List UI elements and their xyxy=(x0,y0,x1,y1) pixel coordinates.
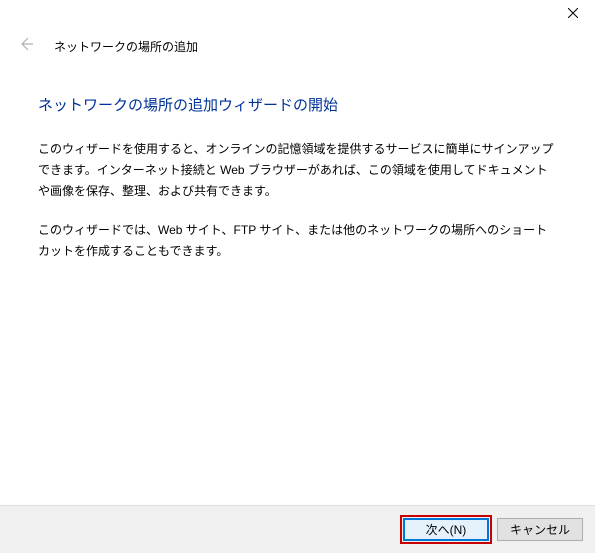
close-button[interactable] xyxy=(550,0,595,28)
next-button[interactable]: 次へ(N) xyxy=(403,518,489,541)
wizard-content: ネットワークの場所の追加ウィザードの開始 このウィザードを使用すると、オンライン… xyxy=(0,64,595,262)
close-icon xyxy=(568,5,578,23)
cancel-button[interactable]: キャンセル xyxy=(497,518,583,541)
back-arrow-icon xyxy=(18,36,34,57)
back-button[interactable] xyxy=(16,36,36,56)
titlebar xyxy=(0,0,595,32)
window-title: ネットワークの場所の追加 xyxy=(54,38,198,55)
wizard-paragraph-2: このウィザードでは、Web サイト、FTP サイト、または他のネットワークの場所… xyxy=(38,220,557,262)
wizard-footer: 次へ(N) キャンセル xyxy=(0,505,595,553)
wizard-paragraph-1: このウィザードを使用すると、オンラインの記憶領域を提供するサービスに簡単にサイン… xyxy=(38,139,557,202)
wizard-header: ネットワークの場所の追加 xyxy=(0,32,595,64)
wizard-heading: ネットワークの場所の追加ウィザードの開始 xyxy=(38,94,557,115)
